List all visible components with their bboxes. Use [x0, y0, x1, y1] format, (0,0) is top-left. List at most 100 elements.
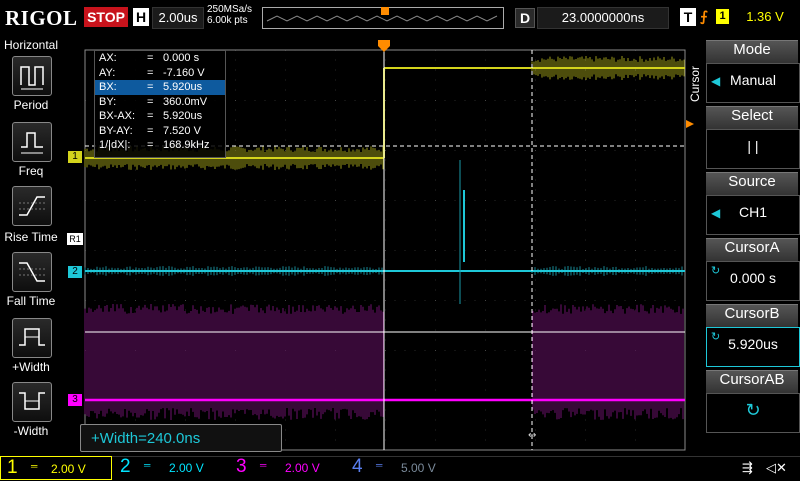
usb-icon: ⇶ [742, 460, 753, 475]
source-value: CH1 [738, 204, 767, 220]
mode-value: Manual [730, 72, 776, 88]
positive-width-button[interactable] [12, 318, 52, 358]
dc-coupling-icon: ═ [376, 460, 383, 470]
source-menu[interactable]: ◀ CH1 [706, 195, 800, 235]
freq-label: Freq [18, 164, 44, 178]
trigger-position-icon [381, 7, 389, 15]
memory-depth: 6.00k pts [207, 15, 248, 26]
readout-label: AY: [99, 66, 116, 79]
ch2-offset-marker[interactable]: 2 [68, 266, 82, 278]
trigger-label: T [680, 8, 696, 26]
frequency-icon [21, 132, 43, 154]
cursor-a-title: CursorA [706, 238, 798, 261]
fall-time-button[interactable] [12, 252, 52, 292]
mode-title: Mode [706, 40, 798, 63]
ch2-status[interactable]: 2 ═ 2.00 V [114, 456, 226, 480]
ch4-scale: 5.00 V [401, 461, 436, 475]
select-title: Select [706, 106, 798, 129]
negative-width-button[interactable] [12, 382, 52, 422]
ch4-status[interactable]: 4 ═ 5.00 V [346, 456, 458, 480]
rise-time-button[interactable] [12, 186, 52, 226]
knob-icon: ↻ [745, 400, 761, 420]
fall-time-label: Fall Time [6, 294, 56, 308]
cursor-a-menu[interactable]: ↻ 0.000 s [706, 261, 800, 301]
speaker-muted-icon[interactable]: ◁✕ [766, 460, 787, 476]
negative-width-icon [19, 392, 45, 410]
timebase-value[interactable]: 2.00us [152, 7, 204, 29]
readout-label: BY: [99, 95, 117, 108]
readout-equals: = [147, 66, 154, 79]
period-icon [20, 66, 44, 90]
cursor-b-menu[interactable]: ↻ 5.920us [706, 327, 800, 367]
readout-equals: = [147, 110, 154, 122]
dc-coupling-icon: ═ [144, 460, 151, 470]
cursor-ab-title: CursorAB [706, 370, 798, 393]
select-menu[interactable]: | | [706, 129, 800, 169]
ch3-status[interactable]: 3 ═ 2.00 V [230, 456, 342, 480]
period-label: Period [13, 98, 49, 112]
cursor-b-title: CursorB [706, 304, 798, 327]
ch2-scale: 2.00 V [169, 461, 204, 475]
readout-value: 360.0mV [163, 95, 208, 108]
trigger-level[interactable]: 1.36 V [735, 6, 795, 28]
dc-coupling-icon: ═ [31, 461, 38, 471]
readout-label: BX-AX: [99, 110, 136, 122]
ch1-offset-marker[interactable]: 1 [68, 151, 82, 163]
trigger-source: 1 [716, 9, 729, 24]
measurement-readout[interactable]: +Width=240.0ns [80, 424, 282, 452]
horizontal-label: H [133, 8, 149, 26]
panel-title: Horizontal [3, 38, 59, 52]
readout-equals: = [147, 124, 154, 137]
cursor-readout-row: BX-AX: = 5.920us [95, 109, 225, 124]
readout-equals: = [147, 139, 154, 151]
cursor-ab-arrow-icon: ↔ [528, 430, 536, 441]
ch1-scale: 2.00 V [51, 462, 86, 476]
readout-equals: = [147, 81, 154, 93]
readout-equals: = [147, 52, 154, 64]
ch1-number: 1 [7, 457, 18, 478]
readout-value: 168.9kHz [163, 139, 210, 151]
negative-width-label: -Width [13, 424, 49, 438]
mode-menu[interactable]: ◀ Manual [706, 63, 800, 103]
readout-equals: = [147, 95, 154, 108]
readout-label: BX: [99, 81, 117, 93]
readout-value: 0.000 s [163, 52, 200, 64]
sample-rate: 250MSa/s [207, 4, 253, 15]
cursor-readout-row: AX: = 0.000 s [95, 51, 225, 66]
cursor-readout: AX: = 0.000 s AY: = -7.160 V BX: = 5.920us BY: = 36… [94, 50, 226, 158]
ch3-scale: 2.00 V [285, 461, 320, 475]
status-icons: ⇶ ◁✕ [706, 460, 798, 478]
ref-marker[interactable]: R1 [67, 233, 83, 245]
ch3-number: 3 [236, 456, 247, 477]
cursor-readout-row: BY: = 360.0mV [95, 95, 225, 110]
delay-label: D [515, 8, 535, 28]
cursor-readout-row: BX: = 5.920us [95, 80, 225, 95]
cursor-readout-row: AY: = -7.160 V [95, 66, 225, 81]
memory-overview[interactable] [262, 7, 504, 29]
rise-time-label: Rise Time [4, 230, 58, 244]
readout-value: 7.520 V [163, 124, 201, 137]
cursor-ab-menu[interactable]: ↻ [706, 393, 800, 433]
readout-label: 1/|dX|: [99, 139, 131, 151]
cursor-b-value: 5.920us [728, 336, 778, 352]
readout-value: 5.920us [163, 81, 203, 93]
cursor-a-value: 0.000 s [730, 270, 776, 286]
horizontal-measure-panel: Horizontal Period Freq Rise Time Fall Ti… [0, 36, 62, 456]
brand-logo: RIGOL [5, 6, 78, 30]
ch3-offset-marker[interactable]: 3 [68, 394, 82, 406]
period-button[interactable] [12, 56, 52, 96]
readout-value: 5.920us [163, 110, 203, 122]
rising-edge-icon: ⨍ [700, 8, 708, 24]
trigger-level-marker[interactable] [686, 120, 694, 128]
ch1-status[interactable]: 1 ═ 2.00 V [0, 456, 112, 480]
ch2-number: 2 [120, 456, 131, 477]
delay-value[interactable]: 23.0000000ns [537, 7, 669, 29]
cursor-readout-row: BY-AY: = 7.520 V [95, 124, 225, 139]
cursor-readout-row: 1/|dX|: = 168.9kHz [95, 138, 225, 153]
rise-time-icon [19, 196, 45, 216]
run-stop-status[interactable]: STOP [84, 7, 128, 27]
ch4-number: 4 [352, 456, 363, 477]
readout-label: BY-AY: [99, 124, 133, 137]
freq-button[interactable] [12, 122, 52, 162]
source-title: Source [706, 172, 798, 195]
